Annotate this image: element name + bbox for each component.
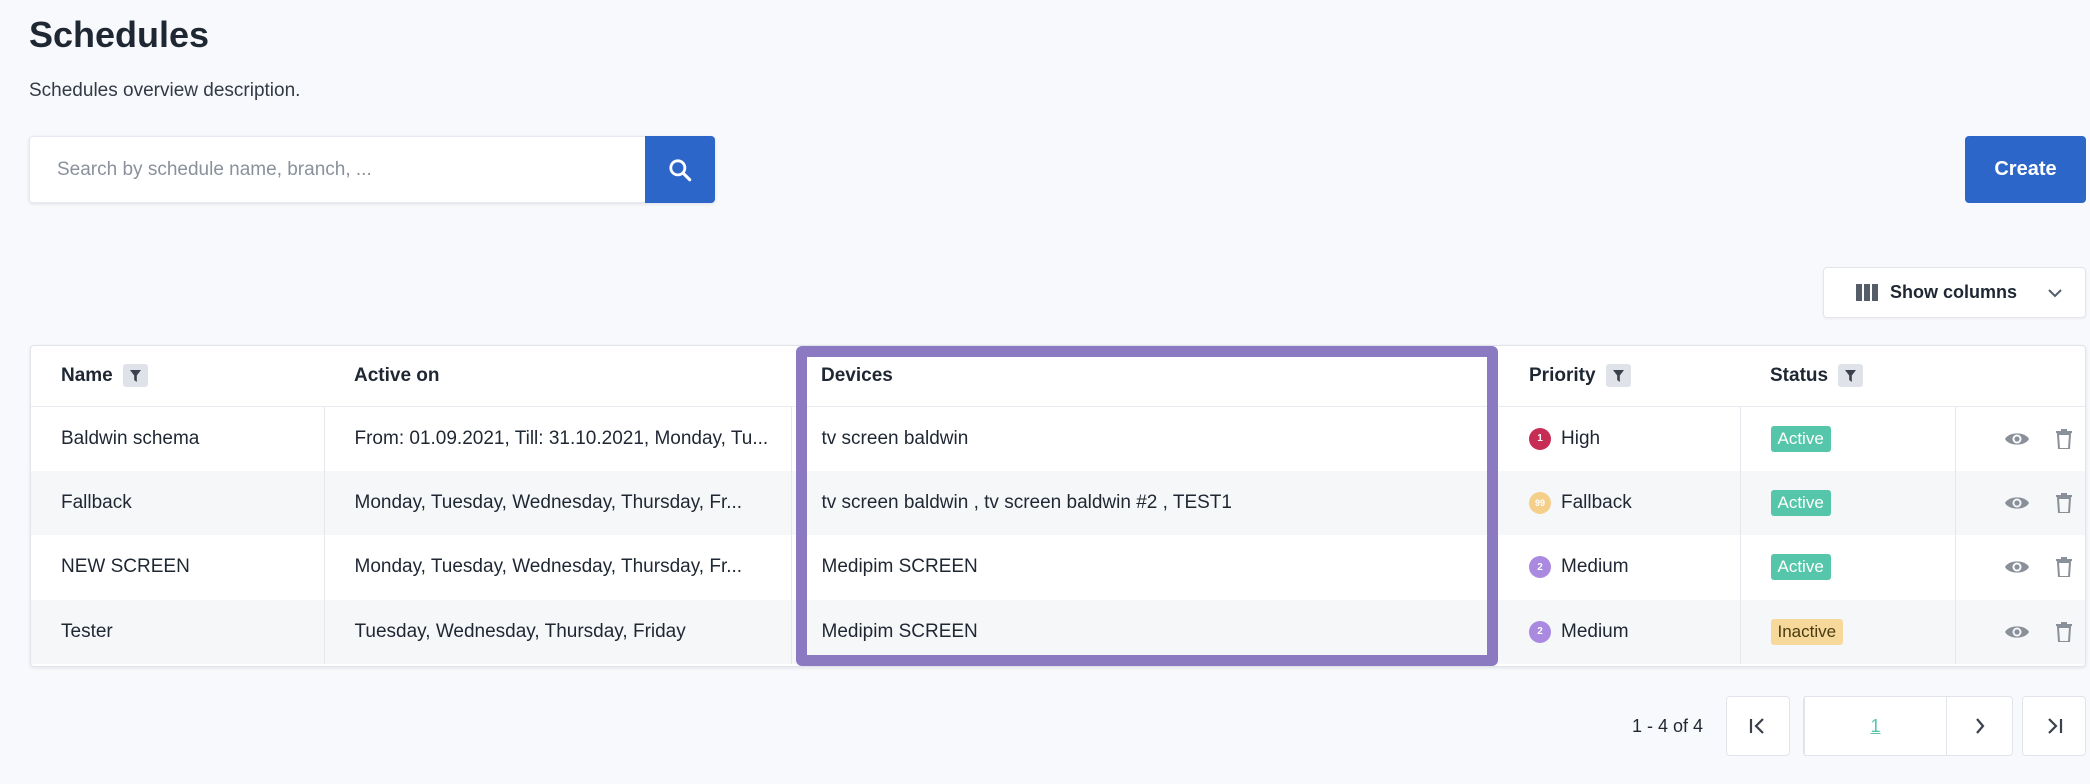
cell-devices: tv screen baldwin <box>821 427 969 449</box>
view-icon[interactable] <box>2004 494 2030 512</box>
cell-devices: Medipim SCREEN <box>791 599 1499 664</box>
table-row[interactable]: Tester Tuesday, Wednesday, Thursday, Fri… <box>31 599 2085 664</box>
cell-devices: Medipim SCREEN <box>821 556 978 578</box>
cell-active-on: Monday, Tuesday, Wednesday, Thursday, Fr… <box>324 470 792 535</box>
search-bar <box>29 136 715 203</box>
create-button[interactable]: Create <box>1965 136 2086 203</box>
first-page-icon <box>1749 718 1764 734</box>
cell-actions <box>1955 406 2085 471</box>
table-header-row: Name Active on Devices Priority Status <box>31 346 2085 407</box>
filter-button-status[interactable] <box>1838 364 1864 388</box>
filter-icon <box>129 369 141 382</box>
search-input[interactable] <box>29 136 645 203</box>
cell-active-on: From: 01.09.2021, Till: 31.10.2021, Mond… <box>324 406 792 471</box>
cell-name: NEW SCREEN <box>31 535 325 600</box>
priority-badge: 1 <box>1529 427 1551 450</box>
cell-priority: 2 Medium <box>1499 599 1741 664</box>
view-icon[interactable] <box>2004 430 2030 448</box>
priority-label: Fallback <box>1561 491 1632 513</box>
page-button-1[interactable]: 1 <box>1804 696 1947 756</box>
cell-active-on: Tuesday, Wednesday, Thursday, Friday <box>324 599 792 664</box>
filter-icon <box>1612 369 1624 382</box>
status-badge: Active <box>1770 425 1831 452</box>
column-header-label: Name <box>61 364 113 386</box>
priority-label: Medium <box>1561 620 1629 642</box>
cell-active-on: Monday, Tuesday, Wednesday, Thursday, Fr… <box>324 535 792 600</box>
first-page-button[interactable] <box>1726 696 1790 756</box>
search-icon <box>669 158 692 181</box>
last-page-icon <box>2048 718 2063 734</box>
cell-devices: tv screen baldwin , tv screen baldwin #2… <box>791 470 1499 535</box>
pagination-range: 1 - 4 of 4 <box>1632 716 1704 736</box>
cell-priority: 2 Medium <box>1499 535 1741 600</box>
view-icon[interactable] <box>2004 558 2030 576</box>
page-number: 1 <box>1870 715 1881 736</box>
priority-badge: 2 <box>1529 556 1551 579</box>
cell-name: Baldwin schema <box>31 406 325 471</box>
show-columns-label: Show columns <box>1890 282 2018 302</box>
chevron-down-icon <box>2048 288 2062 297</box>
column-header-status: Status <box>1740 346 1955 407</box>
priority-badge: 99 <box>1529 491 1551 514</box>
table-row[interactable]: Baldwin schema From: 01.09.2021, Till: 3… <box>31 406 2085 471</box>
trash-icon[interactable] <box>2055 492 2072 513</box>
table-row[interactable]: Fallback Monday, Tuesday, Wednesday, Thu… <box>31 470 2085 535</box>
cell-name: Tester <box>31 599 325 664</box>
page-description: Schedules overview description. <box>29 80 301 101</box>
trash-icon[interactable] <box>2055 428 2072 449</box>
priority-label: High <box>1561 427 1601 449</box>
column-header-active-on: Active on <box>324 346 791 407</box>
next-page-button[interactable] <box>1947 696 2013 756</box>
column-header-label: Priority <box>1529 364 1596 386</box>
cell-actions <box>1955 535 2085 600</box>
columns-icon <box>1856 284 1878 301</box>
cell-priority: 99 Fallback <box>1499 470 1741 535</box>
search-button[interactable] <box>645 136 715 203</box>
column-header-devices: Devices <box>791 346 1499 407</box>
column-header-label: Devices <box>821 364 893 386</box>
cell-priority: 1 High <box>1499 406 1741 471</box>
priority-label: Medium <box>1561 556 1629 578</box>
show-columns-button[interactable]: Show columns <box>1823 267 2086 318</box>
column-header-label: Active on <box>354 364 440 386</box>
chevron-right-icon <box>1975 718 1984 734</box>
cell-name: Fallback <box>31 470 325 535</box>
column-header-name: Name <box>31 346 324 407</box>
cell-status: Active <box>1740 535 1956 600</box>
cell-status: Inactive <box>1740 599 1956 664</box>
trash-icon[interactable] <box>2055 621 2072 642</box>
filter-icon <box>1845 369 1857 382</box>
filter-button-priority[interactable] <box>1605 364 1631 388</box>
status-badge: Active <box>1770 489 1831 516</box>
status-badge: Inactive <box>1770 618 1844 645</box>
page-title: Schedules <box>29 14 210 55</box>
priority-badge: 2 <box>1529 620 1551 643</box>
status-badge: Active <box>1770 554 1831 581</box>
cell-actions <box>1955 470 2085 535</box>
column-header-label: Status <box>1770 364 1829 386</box>
view-icon[interactable] <box>2004 623 2030 641</box>
filter-button-name[interactable] <box>122 364 148 388</box>
column-header-actions <box>1955 346 2085 407</box>
last-page-button[interactable] <box>2022 696 2086 756</box>
column-header-priority: Priority <box>1499 346 1740 407</box>
trash-icon[interactable] <box>2055 557 2072 578</box>
cell-status: Active <box>1740 406 1956 471</box>
table-row[interactable]: NEW SCREEN Monday, Tuesday, Wednesday, T… <box>31 535 2085 600</box>
cell-actions <box>1955 599 2085 664</box>
cell-status: Active <box>1740 470 1956 535</box>
schedules-table: Name Active on Devices Priority Status B… <box>30 345 2086 667</box>
